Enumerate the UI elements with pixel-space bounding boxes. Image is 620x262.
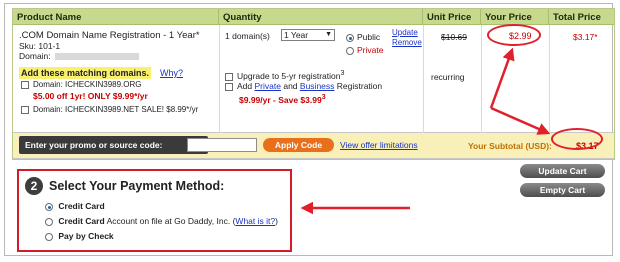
recurring-label: recurring [431, 72, 465, 82]
upgrade-5yr-label: Upgrade to 5-yr registration [237, 70, 341, 81]
privacy-public-label: Public [357, 32, 381, 42]
payment-option-pay-by-check[interactable]: Pay by Check [45, 231, 114, 241]
promo-row: Enter your promo or source code: Apply C… [13, 133, 614, 159]
upgrade-footnote: 3 [340, 69, 345, 77]
privacy-public-radio[interactable] [346, 33, 354, 42]
year-select[interactable]: 1 Year ▼ [281, 29, 335, 41]
matching-domains-heading: Add these matching domains. [19, 67, 152, 79]
header-quantity: Quantity [219, 9, 423, 24]
upgrade-5yr-option[interactable]: Upgrade to 5-yr registration3 [225, 69, 344, 81]
column-divider [549, 25, 550, 133]
add-prefix: Add [237, 81, 253, 91]
product-domain: Domain: [19, 51, 139, 61]
promo-code-input[interactable] [187, 138, 257, 152]
pay-by-check-radio[interactable] [45, 232, 53, 241]
add-private-checkbox[interactable] [225, 82, 233, 91]
empty-cart-button[interactable]: Empty Cart [520, 183, 605, 197]
your-price-highlight [487, 24, 541, 46]
header-product-name: Product Name [13, 9, 219, 24]
account-on-file-radio[interactable] [45, 217, 53, 226]
payment-option-credit-card[interactable]: Credit Card [45, 201, 105, 211]
apply-code-button[interactable]: Apply Code [263, 138, 334, 152]
private-registration-price: $9.99/yr - Save $3.993 [239, 93, 326, 105]
quantity-label: 1 domain(s) [225, 31, 270, 41]
update-cart-button[interactable]: Update Cart [520, 164, 605, 178]
add-private-registration-option[interactable]: Add Private and Business Registration [225, 81, 382, 91]
save-footnote: 3 [321, 93, 326, 101]
screenshot-frame: Product Name Quantity Unit Price Your Pr… [4, 3, 615, 256]
unit-price: $10.69 [441, 32, 467, 42]
header-total-price: Total Price [553, 12, 601, 23]
payment-method-title: Select Your Payment Method: [49, 179, 225, 193]
upgrade-5yr-checkbox[interactable] [225, 72, 233, 81]
privacy-public-option[interactable]: Public [346, 32, 380, 42]
header-unit-price: Unit Price [423, 9, 481, 24]
domain-org-offer: $5.00 off 1yr! ONLY $9.99*/yr [33, 91, 148, 101]
year-select-value: 1 Year [284, 30, 309, 40]
account-on-file-text: Account on file at Go Daddy, Inc. [106, 216, 231, 226]
and-text: and [283, 81, 298, 91]
registration-text: Registration [336, 81, 383, 91]
account-on-file-label: Credit Card [58, 216, 105, 226]
matching-domain-org[interactable]: Domain: ICHECKIN3989.ORG [21, 80, 141, 89]
remove-link[interactable]: Remove [392, 38, 422, 47]
column-divider [481, 25, 482, 133]
column-divider [219, 25, 220, 133]
credit-card-radio[interactable] [45, 202, 53, 211]
total-price: $3.17* [573, 32, 598, 42]
chevron-down-icon: ▼ [325, 31, 332, 38]
domain-redacted [54, 53, 139, 61]
payment-method-section: 2 Select Your Payment Method: Credit Car… [17, 169, 292, 252]
product-title: .COM Domain Name Registration - 1 Year* [19, 30, 200, 41]
matching-domain-net[interactable]: Domain: ICHECKIN3989.NET SALE! $8.99*/yr [21, 105, 198, 114]
update-link[interactable]: Update [392, 28, 418, 37]
domain-net-checkbox[interactable] [21, 105, 29, 114]
promo-label: Enter your promo or source code: [19, 136, 208, 154]
domain-org-checkbox[interactable] [21, 80, 29, 89]
business-link[interactable]: Business [300, 81, 335, 91]
why-link[interactable]: Why? [160, 68, 183, 78]
domain-org-label: Domain: ICHECKIN3989.ORG [33, 80, 142, 89]
column-divider [423, 25, 424, 133]
privacy-private-radio[interactable] [346, 46, 354, 55]
save-text: $9.99/yr - Save $3.99 [239, 94, 322, 105]
what-is-it-link[interactable]: What is it? [235, 216, 275, 226]
domain-net-label: Domain: ICHECKIN3989.NET SALE! $8.99*/yr [33, 105, 199, 114]
domain-label: Domain: [19, 51, 51, 61]
header-your-price: Your Price [481, 9, 549, 24]
privacy-private-label: Private [357, 45, 384, 55]
payment-option-account-on-file[interactable]: Credit Card Account on file at Go Daddy,… [45, 216, 278, 226]
view-offer-limitations-link[interactable]: View offer limitations [340, 140, 418, 150]
product-sku: Sku: 101-1 [19, 41, 61, 51]
credit-card-label: Credit Card [58, 201, 105, 211]
subtotal-highlight [551, 128, 603, 150]
cart-header-row: Product Name Quantity Unit Price Your Pr… [13, 9, 614, 25]
privacy-private-option[interactable]: Private [346, 45, 383, 55]
subtotal-label: Your Subtotal (USD): [468, 141, 552, 151]
pay-by-check-label: Pay by Check [58, 231, 114, 241]
private-link[interactable]: Private [255, 81, 281, 91]
step-number-badge: 2 [25, 177, 43, 195]
